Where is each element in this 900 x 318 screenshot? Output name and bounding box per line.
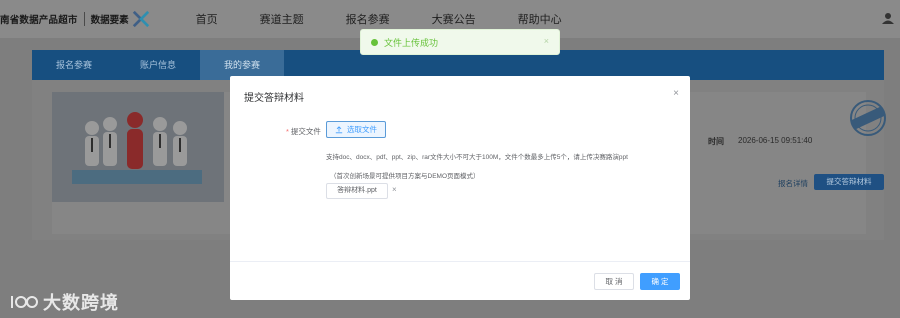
watermark: 大数跨境 xyxy=(10,289,119,315)
upload-note: （首次创新场景可提供项目方案与DEMO页面模式） xyxy=(330,173,480,180)
select-file-button[interactable]: 选取文件 xyxy=(326,121,386,138)
submit-materials-dialog: 提交答辩材料 × * 提交文件 选取文件 支持doc、docx、pdf、ppt、z… xyxy=(230,76,690,300)
success-toast: 文件上传成功 × xyxy=(360,29,560,55)
dialog-title: 提交答辩材料 xyxy=(244,93,304,104)
tab-account[interactable]: 账户信息 xyxy=(116,50,200,80)
user-avatar-icon[interactable] xyxy=(882,12,894,24)
toast-message: 文件上传成功 xyxy=(384,37,439,48)
select-file-label: 选取文件 xyxy=(347,125,377,134)
nav-register[interactable]: 报名参赛 xyxy=(346,11,390,27)
success-icon xyxy=(371,38,378,46)
watermark-logo-icon xyxy=(11,296,38,308)
upload-icon xyxy=(335,125,343,133)
tab-register[interactable]: 报名参赛 xyxy=(32,50,116,80)
brand-logo-icon xyxy=(132,10,149,28)
dialog-divider xyxy=(230,261,690,262)
watermark-text: 大数跨境 xyxy=(43,293,119,313)
remove-file-icon[interactable]: × xyxy=(392,185,397,194)
uploaded-file-item[interactable]: 答辩材料.ppt xyxy=(326,183,388,199)
submit-materials-button[interactable]: 提交答辩材料 xyxy=(814,174,884,190)
time-label: 时间 xyxy=(708,137,724,146)
nav-home[interactable]: 首页 xyxy=(196,11,218,27)
brand-divider xyxy=(83,12,85,26)
nav-help[interactable]: 帮助中心 xyxy=(518,11,562,27)
brand-subtitle: 数据要素 xyxy=(90,15,129,26)
brand[interactable]: 南省数据产品超市 数据要素 xyxy=(0,0,150,38)
required-mark: * xyxy=(286,127,289,136)
registration-detail-link[interactable]: 报名详情 xyxy=(778,178,808,189)
nav-announcements[interactable]: 大赛公告 xyxy=(432,11,476,27)
confirm-button[interactable]: 确 定 xyxy=(640,273,680,290)
dialog-close-icon[interactable]: × xyxy=(673,88,679,99)
brand-name: 南省数据产品超市 xyxy=(0,15,78,26)
cancel-button[interactable]: 取 消 xyxy=(594,273,634,290)
file-field-label: * 提交文件 xyxy=(286,126,321,137)
time-value: 2026-06-15 09:51:40 xyxy=(738,136,813,145)
nav-tracks[interactable]: 赛道主题 xyxy=(260,11,304,27)
main-nav: 首页 赛道主题 报名参赛 大赛公告 帮助中心 xyxy=(196,11,604,27)
file-field-label-text: 提交文件 xyxy=(290,127,321,136)
project-image xyxy=(52,92,224,202)
upload-hint: 支持doc、docx、pdf、ppt、zip、rar文件大小不可大于100M，文… xyxy=(326,154,628,161)
team-illustration xyxy=(52,92,224,202)
toast-close-icon[interactable]: × xyxy=(544,36,549,46)
status-stamp-icon xyxy=(850,100,886,136)
